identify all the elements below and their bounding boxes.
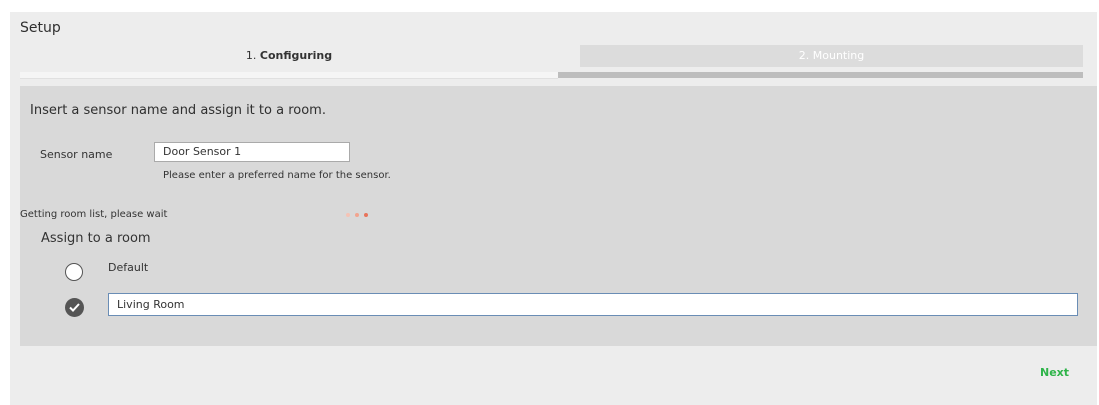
configure-form: Insert a sensor name and assign it to a … — [20, 86, 1097, 346]
checkmark-icon — [69, 303, 80, 312]
radio-default-label[interactable]: Default — [108, 261, 148, 274]
step-number: 2. — [798, 49, 810, 62]
progress-step-2 — [558, 72, 1083, 78]
loading-text: Getting room list, please wait — [20, 209, 168, 220]
progress-step-1 — [20, 72, 558, 79]
form-intro: Insert a sensor name and assign it to a … — [30, 103, 326, 118]
tab-mounting[interactable]: 2. Mounting — [580, 45, 1083, 67]
loading-dot — [355, 213, 359, 217]
next-button[interactable]: Next — [1040, 366, 1069, 379]
step-tabs: 1. Configuring 2. Mounting — [20, 45, 1092, 85]
loading-dot — [364, 213, 368, 217]
room-name-input[interactable] — [108, 293, 1078, 316]
radio-default[interactable] — [65, 263, 83, 281]
page-title: Setup — [20, 20, 61, 36]
step-label: Configuring — [259, 49, 333, 62]
tab-configuring[interactable]: 1. Configuring — [20, 45, 558, 67]
step-label: Mounting — [812, 49, 865, 62]
sensor-name-label: Sensor name — [40, 148, 113, 161]
check-circle-icon[interactable] — [65, 298, 84, 317]
setup-panel: Setup 1. Configuring 2. Mounting Insert … — [10, 12, 1097, 405]
loading-spinner — [346, 213, 376, 221]
step-number: 1. — [245, 49, 257, 62]
assign-room-heading: Assign to a room — [41, 231, 151, 246]
sensor-name-hint: Please enter a preferred name for the se… — [163, 170, 391, 181]
sensor-name-input[interactable] — [154, 142, 350, 162]
loading-dot — [346, 213, 350, 217]
